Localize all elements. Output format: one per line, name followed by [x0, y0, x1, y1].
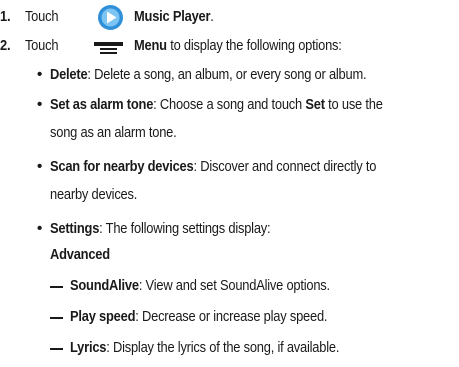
- advanced-lyrics: Lyrics: Display the lyrics of the song, …: [70, 339, 340, 356]
- step-2-text: Menu to display the following options:: [134, 37, 342, 54]
- step-number: 2.: [0, 37, 11, 54]
- menu-label: Menu: [134, 37, 167, 54]
- step-1-target: Music Player.: [134, 8, 214, 25]
- option-alarm-tone: Set as alarm tone: Choose a song and tou…: [50, 96, 383, 113]
- bullet: •: [37, 96, 43, 113]
- option-alarm-tone-cont: song as an alarm tone.: [50, 124, 177, 141]
- dash: [50, 317, 63, 319]
- step-prefix: Touch: [24, 37, 59, 54]
- advanced-heading: Advanced: [50, 246, 110, 263]
- bullet: •: [37, 158, 43, 175]
- music-player-label: Music Player: [134, 8, 211, 25]
- bullet: •: [37, 66, 43, 83]
- advanced-soundalive: SoundAlive: View and set SoundAlive opti…: [70, 277, 330, 294]
- bullet: •: [37, 220, 43, 237]
- advanced-play-speed: Play speed: Decrease or increase play sp…: [70, 308, 328, 325]
- step-prefix: Touch: [24, 8, 59, 25]
- step-number: 1.: [0, 8, 11, 25]
- music-player-icon: [98, 5, 123, 30]
- dash: [50, 286, 63, 288]
- manual-page: 1. Touch Music Player. 2. Touch Menu to …: [0, 0, 459, 367]
- option-settings: Settings: The following settings display…: [50, 220, 271, 237]
- option-scan: Scan for nearby devices: Discover and co…: [50, 158, 377, 175]
- option-scan-cont: nearby devices.: [50, 186, 138, 203]
- option-delete: Delete: Delete a song, an album, or ever…: [50, 66, 367, 83]
- dash: [50, 348, 63, 350]
- menu-icon: [94, 42, 123, 54]
